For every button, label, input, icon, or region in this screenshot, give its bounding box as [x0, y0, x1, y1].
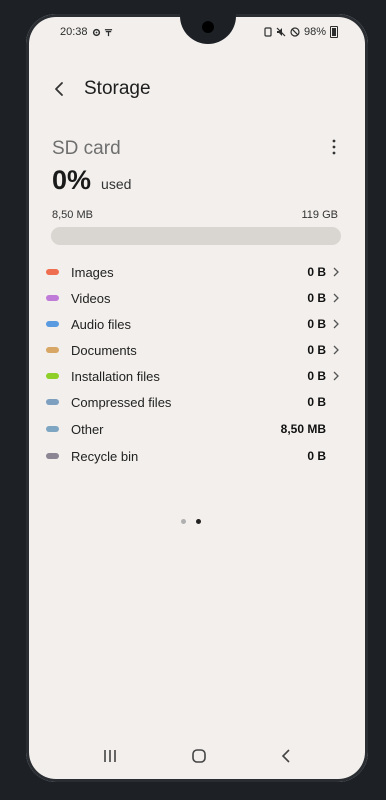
category-row[interactable]: Installation files 0 B: [46, 364, 340, 388]
category-color-dot: [46, 453, 59, 459]
category-size: 0 B: [307, 369, 326, 383]
category-label: Compressed files: [71, 394, 172, 410]
total-capacity: 119 GB: [301, 209, 339, 221]
category-label: Audio files: [71, 316, 131, 332]
back-arrow-icon[interactable]: [52, 81, 68, 97]
chevron-right-icon: [333, 267, 339, 277]
category-size: 0 B: [307, 317, 326, 331]
category-label: Installation files: [71, 368, 160, 384]
phone-screen: 20:38 98% Storage SD card 0% used 8,50 M…: [26, 14, 368, 782]
chevron-right-icon: [333, 319, 339, 329]
chevron-right-icon: [333, 371, 339, 381]
category-row[interactable]: Audio files 0 B: [46, 312, 340, 336]
do-not-disturb-icon: [290, 27, 300, 37]
more-options-icon[interactable]: [330, 138, 338, 156]
storage-title: SD card: [52, 138, 121, 159]
category-label: Documents: [71, 342, 137, 358]
category-label: Images: [71, 264, 114, 280]
category-size: 0 B: [307, 343, 326, 357]
category-row: Compressed files 0 B: [46, 390, 340, 414]
recent-apps-icon[interactable]: [102, 749, 118, 763]
category-color-dot: [46, 269, 59, 275]
page-indicator-dot: [181, 519, 186, 524]
used-amount: 8,50 MB: [52, 209, 93, 221]
back-icon[interactable]: [280, 748, 292, 764]
category-size: 0 B: [307, 449, 326, 463]
category-row[interactable]: Images 0 B: [46, 260, 340, 284]
battery-percent: 98%: [303, 26, 326, 38]
download-icon: [104, 28, 112, 36]
status-time: 20:38: [60, 26, 88, 38]
category-row: Other 8,50 MB: [46, 417, 340, 441]
usage-percent-value: 0%: [52, 165, 92, 195]
category-size: 8,50 MB: [280, 422, 326, 436]
category-color-dot: [46, 347, 59, 353]
chevron-right-icon: [333, 345, 339, 355]
category-size: 0 B: [307, 291, 326, 305]
home-icon[interactable]: [191, 748, 207, 764]
usage-progress-bar: [51, 227, 341, 245]
usage-percent-suffix: used: [101, 176, 132, 192]
chevron-right-icon: [333, 293, 339, 303]
navigation-bar: [26, 730, 368, 782]
page-indicator: [181, 519, 201, 524]
app-header: Storage: [52, 78, 151, 100]
category-color-dot: [46, 399, 59, 405]
category-row[interactable]: Videos 0 B: [46, 286, 340, 310]
category-size: 0 B: [307, 395, 326, 409]
category-size: 0 B: [307, 265, 326, 279]
category-row[interactable]: Documents 0 B: [46, 338, 340, 362]
gear-icon: [92, 28, 100, 36]
category-label: Videos: [71, 290, 111, 306]
category-label: Recycle bin: [71, 448, 139, 464]
category-label: Other: [71, 421, 104, 437]
status-notification-icons: [92, 28, 113, 37]
status-bar: 20:38 98%: [60, 24, 338, 40]
page-title: Storage: [84, 78, 151, 99]
category-color-dot: [46, 426, 59, 432]
category-color-dot: [46, 295, 59, 301]
category-color-dot: [46, 373, 59, 379]
battery-icon: [330, 26, 338, 38]
category-row: Recycle bin 0 B: [46, 444, 340, 468]
mute-icon: [276, 27, 286, 37]
category-color-dot: [46, 321, 59, 327]
page-indicator-dot: [196, 519, 201, 524]
status-system-icons: 98%: [264, 26, 338, 38]
usage-percent: 0% used: [52, 165, 131, 196]
sim-lock-icon: [264, 27, 272, 37]
